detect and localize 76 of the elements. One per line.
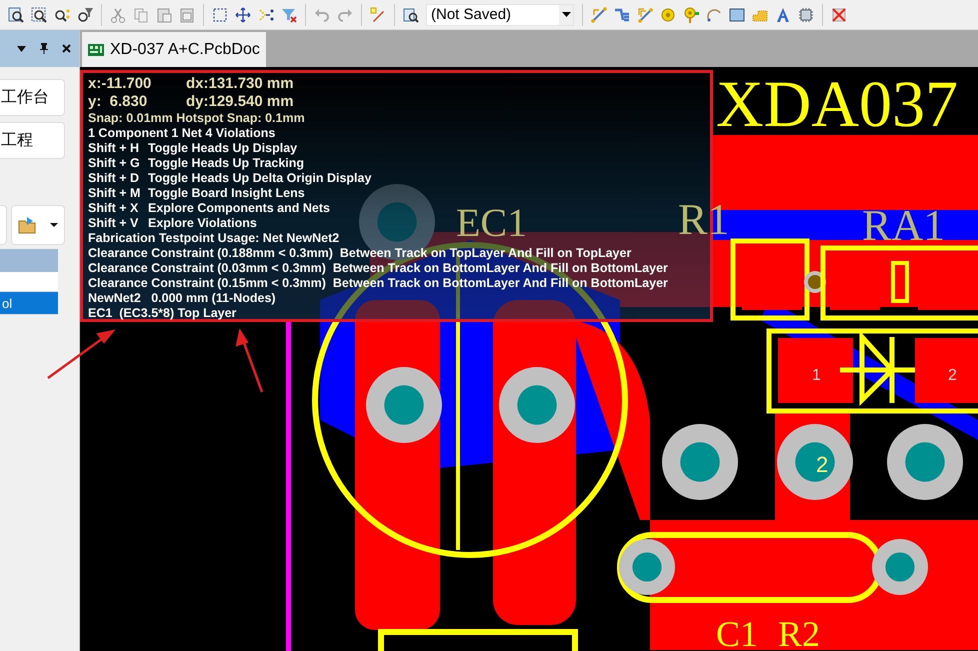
board-label: C1 [716,614,758,651]
dropdown-icon[interactable] [17,46,26,52]
route-track-icon[interactable] [591,6,607,22]
shortcut-description: Toggle Board Insight Lens [148,186,305,201]
through-hole-pad [619,539,675,595]
fill-icon[interactable] [729,6,745,22]
annotation-arrow [47,329,116,380]
board-label: 1 [812,367,821,384]
shortcut-key: Shift + V [88,216,148,231]
diff-pair-icon[interactable] [637,6,653,22]
move-icon[interactable] [235,6,251,22]
info-text: Fabrication Testpoint Usage: Net NewNet2 [88,231,340,246]
browse-icon[interactable] [403,6,419,22]
shortcut-description: Toggle Heads Up Display [148,141,298,156]
caret-icon [50,223,58,227]
text-icon[interactable] [775,6,791,22]
shortcut-description: Explore Violations [148,216,257,231]
pcb-icon [88,42,104,56]
board-label: 2 [816,452,828,477]
info-text: NewNet2 0.000 mm (11-Nodes) [88,291,276,306]
info-text: Clearance Constraint (0.15mm < 0.3mm) Between Track on BottomLayer And Fill on BottomLayer [88,276,668,291]
cut-icon[interactable] [110,6,126,22]
arc-icon[interactable] [706,6,722,22]
delta-text: dy:129.540 mm [186,93,294,111]
zoom-area-icon[interactable] [31,6,47,22]
zoom-icon[interactable] [8,6,24,22]
shortcut-description: Toggle Heads Up Delta Origin Display [148,171,372,186]
shortcut-key: Shift + D [88,171,148,186]
select-area-icon[interactable] [212,6,228,22]
undo-icon[interactable] [314,6,330,22]
table-header [0,249,58,272]
fanout-icon[interactable] [614,6,630,22]
shortcut-key: Shift + G [88,156,148,171]
through-hole-pad [872,539,928,595]
panel-button[interactable]: 工程 [0,122,65,159]
zoom-point-icon[interactable] [54,6,70,22]
caret-icon [562,12,570,17]
component-icon[interactable] [798,6,814,22]
snap-text: Snap: 0.01mm Hotspot Snap: 0.1mm [88,111,305,126]
coordinate-text: y: 6.830 [88,93,148,111]
table-row[interactable]: ol [0,292,58,315]
info-text: Clearance Constraint (0.03mm < 0.3mm) Between Track on BottomLayer And Fill on BottomLayer [88,261,668,276]
paste-icon[interactable] [156,6,172,22]
open-folder-button[interactable] [11,205,65,245]
shortcut-key: Shift + M [88,186,148,201]
document-tab[interactable]: XD-037 A+C.PcbDoc [82,32,266,67]
clear-filter-icon[interactable] [281,6,297,22]
board-label: 2 [948,367,957,384]
select-connected-icon[interactable] [258,6,274,22]
coordinate-text: x:-11.700 [88,75,152,93]
info-text: EC1 (EC3.5*8) Top Layer [88,306,236,321]
close-icon[interactable] [62,44,71,53]
annotation-arrow [236,328,264,392]
via-icon[interactable] [683,6,699,22]
copy-icon[interactable] [133,6,149,22]
paste-special-icon[interactable] [179,6,195,22]
delta-text: dx:131.730 mm [186,75,294,93]
shortcut-key: Shift + X [88,201,148,216]
board-label: RA1 [862,201,946,250]
redo-icon[interactable] [337,6,353,22]
pencil-icon[interactable] [370,6,386,22]
folder-icon [18,216,38,234]
pin-icon[interactable] [40,43,48,54]
pad-icon[interactable] [660,6,676,22]
view-dropdown[interactable]: (Not Saved) [426,4,574,26]
info-text: Clearance Constraint (0.188mm < 0.3mm) Between Track on TopLayer And Fill on TopLayer [88,246,632,261]
info-text: 1 Component 1 Net 4 Violations [88,126,276,141]
shortcut-description: Toggle Heads Up Tracking [148,156,304,171]
shortcut-description: Explore Components and Nets [148,201,330,216]
board-label: EC1 [456,200,528,245]
filter-zoom-icon[interactable] [77,6,93,22]
clear-violations-icon[interactable] [831,6,847,22]
shortcut-key: Shift + H [88,141,148,156]
board-label: R2 [778,614,820,651]
panel-button[interactable]: 工作台 [0,79,65,116]
board-label: XDA037 [716,68,958,141]
